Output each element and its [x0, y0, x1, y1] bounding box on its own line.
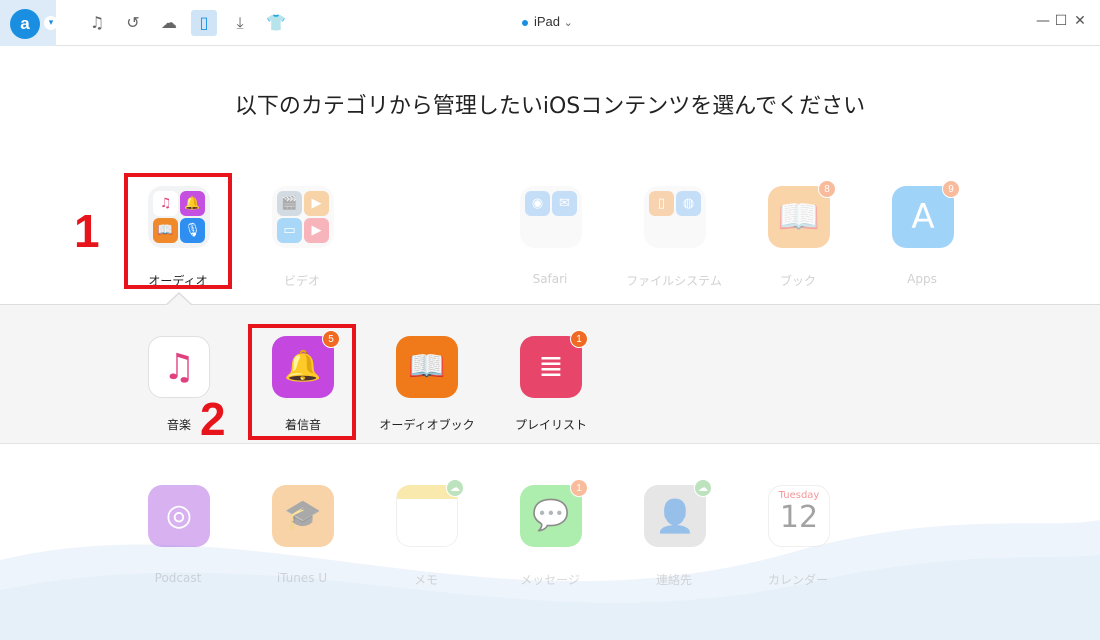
calendar-date: 12 [779, 500, 819, 535]
video-grid-icon: 🎬 ▶ ▭ ▶ [272, 186, 334, 248]
podcast-icon: ◎ [148, 485, 210, 547]
category-contacts[interactable]: 👤 ☁ 連絡先 [614, 479, 734, 587]
badge: 1 [570, 479, 588, 497]
itunes-u-icon: 🎓 [272, 485, 334, 547]
device-selector[interactable]: iPad ⌄ [522, 14, 573, 29]
badge: 9 [942, 180, 960, 198]
category-apps[interactable]: A 9 Apps [862, 180, 982, 286]
sub-playlists[interactable]: ≣ 1 プレイリスト [496, 330, 606, 436]
file-system-icon: ▯ ◍ [644, 186, 706, 248]
sub-label: オーディオブック [379, 418, 475, 432]
close-button[interactable]: ✕ [1071, 12, 1089, 30]
badge: 1 [570, 330, 588, 348]
category-safari[interactable]: ◉ ✉ Safari [490, 186, 610, 286]
category-label: メモ [413, 573, 438, 587]
sub-label: プレイリスト [514, 418, 587, 432]
category-file-system[interactable]: ▯ ◍ ファイルシステム [614, 186, 734, 288]
category-label: ファイルシステム [626, 274, 722, 288]
anytrans-logo-icon: a [10, 9, 40, 39]
chevron-down-icon: ⌄ [563, 17, 573, 29]
category-calendar[interactable]: Tuesday 12 カレンダー [738, 485, 858, 587]
minimize-button[interactable]: — [1034, 12, 1052, 30]
device-name: iPad [534, 14, 561, 29]
maximize-button[interactable]: ☐ [1052, 12, 1070, 30]
icloud-icon[interactable]: ☁ [156, 10, 182, 36]
category-label: ブック [779, 274, 816, 288]
device-icon[interactable]: ▯ [191, 10, 217, 36]
annotation-box-audio [124, 173, 232, 289]
category-label: Safari [532, 272, 568, 286]
backup-icon[interactable]: ↺ [120, 10, 146, 36]
category-notes[interactable]: ☁ メモ [366, 479, 486, 587]
title-bar: a ▾ ♫ ↺ ☁ ▯ ⤓ 👕 iPad ⌄ — ☐ ✕ [0, 0, 1100, 46]
category-video[interactable]: 🎬 ▶ ▭ ▶ ビデオ [242, 186, 362, 288]
download-icon[interactable]: ⤓ [227, 10, 253, 36]
annotation-box-ringtones [248, 324, 356, 440]
sub-audiobooks[interactable]: 📖 オーディオブック [372, 336, 482, 436]
category-label: メッセージ [520, 573, 580, 587]
cloud-badge-icon: ☁ [446, 479, 464, 497]
itunes-library-icon[interactable]: ♫ [84, 10, 110, 36]
category-label: Apps [907, 272, 937, 286]
app-logo[interactable]: a ▾ [0, 0, 58, 46]
safari-icon: ◉ ✉ [520, 186, 582, 248]
annotation-number-1: 1 [74, 205, 100, 257]
category-label: ビデオ [283, 274, 320, 288]
annotation-number-2: 2 [200, 393, 226, 445]
category-label: 連絡先 [655, 573, 692, 587]
category-label: iTunes U [276, 571, 328, 585]
chevron-down-icon[interactable]: ▾ [44, 16, 58, 30]
audiobook-icon: 📖 [396, 336, 458, 398]
category-messages[interactable]: 💬 1 メッセージ [490, 479, 610, 587]
category-label: Podcast [154, 571, 202, 585]
category-books[interactable]: 📖 8 ブック [738, 180, 858, 288]
category-label: カレンダー [767, 573, 828, 587]
category-itunes-u[interactable]: 🎓 iTunes U [242, 485, 362, 585]
tshirt-icon[interactable]: 👕 [263, 10, 289, 36]
category-podcast[interactable]: ◎ Podcast [118, 485, 238, 585]
panel-pointer-fill [166, 294, 192, 306]
page-title: 以下のカテゴリから管理したいiOSコンテンツを選んでください [234, 94, 866, 119]
device-status-icon [522, 19, 528, 26]
cloud-badge-icon: ☁ [694, 479, 712, 497]
music-note-icon: ♫ [148, 336, 210, 398]
calendar-icon: Tuesday 12 [768, 485, 830, 547]
badge: 8 [818, 180, 836, 198]
